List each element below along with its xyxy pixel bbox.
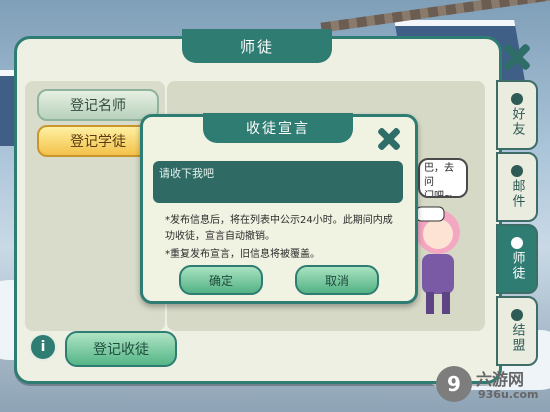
speech-bubble: 巴，去问 门吧~ — [418, 158, 468, 198]
register-master-button[interactable]: 登记名师 — [37, 89, 159, 121]
site-watermark: 9 六游网 936u.com — [436, 362, 544, 406]
declaration-input[interactable]: 请收下我吧 — [153, 161, 403, 203]
watermark-en: 936u.com — [478, 388, 539, 401]
tab-master-apprentice[interactable]: 师徒 — [496, 224, 538, 294]
tab-friends[interactable]: 好友 — [496, 80, 538, 150]
recruit-declaration-dialog: 收徒宣言 请收下我吧 *发布信息后，将在列表中公示24小时。此期间内成功收徒，宣… — [140, 113, 418, 304]
tab-label: 邮件 — [509, 179, 525, 209]
mail-icon — [511, 165, 523, 177]
watermark-cn: 六游网 — [476, 370, 525, 389]
tab-label: 师徒 — [509, 251, 525, 281]
alliance-icon — [511, 309, 523, 321]
panel-close-icon[interactable] — [503, 43, 531, 71]
confirm-button[interactable]: 确定 — [179, 265, 263, 295]
info-icon[interactable]: i — [29, 333, 57, 361]
mentor-icon — [511, 237, 523, 249]
panel-title: 师徒 — [182, 29, 332, 63]
dialog-close-icon[interactable] — [377, 127, 401, 151]
cancel-button[interactable]: 取消 — [295, 265, 379, 295]
tab-label: 结盟 — [509, 323, 525, 353]
register-recruit-button[interactable]: 登记收徒 — [65, 331, 177, 367]
dialog-note-1: *发布信息后，将在列表中公示24小时。此期间内成功收徒，宣言自动撤销。 — [165, 215, 393, 242]
tab-mail[interactable]: 邮件 — [496, 152, 538, 222]
dialog-title: 收徒宣言 — [203, 113, 353, 143]
watermark-logo-icon: 9 — [436, 366, 472, 402]
tab-alliance[interactable]: 结盟 — [496, 296, 538, 366]
tab-label: 好友 — [509, 107, 525, 137]
friend-icon — [511, 93, 523, 105]
dialog-note-2: *重复发布宣言，旧信息将被覆盖。 — [165, 249, 320, 260]
